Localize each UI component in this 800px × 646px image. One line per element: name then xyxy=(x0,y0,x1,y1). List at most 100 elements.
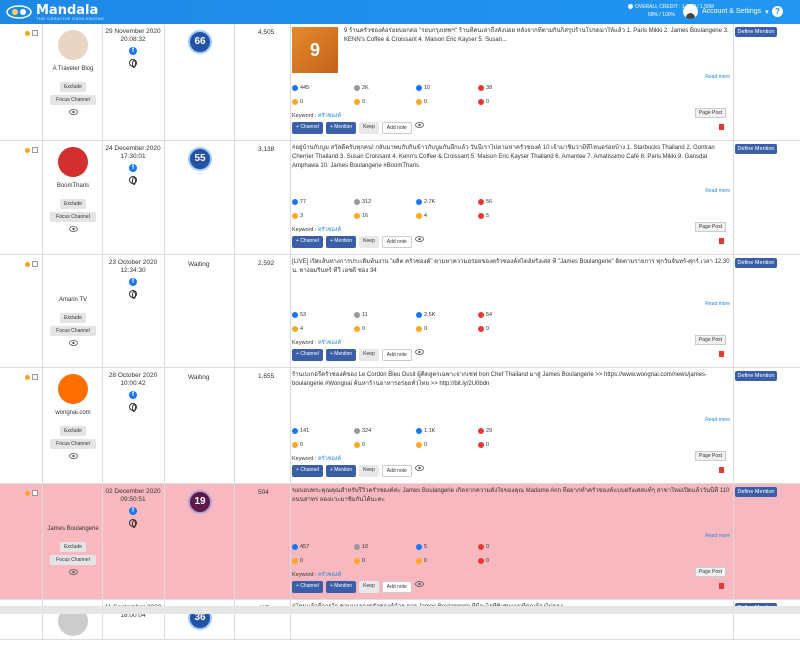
horizontal-scrollbar[interactable] xyxy=(0,606,800,614)
facebook-icon[interactable]: f xyxy=(129,507,137,515)
focus-channel-button[interactable]: Focus Channel xyxy=(50,212,96,222)
exclude-button[interactable]: Exclude xyxy=(60,542,86,552)
exclude-button[interactable]: Exclude xyxy=(60,82,86,92)
post-time: 12:34:30 xyxy=(120,267,146,274)
channel-button[interactable]: + Channel xyxy=(292,236,323,248)
channel-name[interactable]: Amarin TV xyxy=(44,297,102,303)
reach-value: 3,138 xyxy=(258,146,275,153)
add-note-button[interactable]: Add note xyxy=(381,581,412,593)
exclude-button[interactable]: Exclude xyxy=(60,426,86,436)
channel-avatar[interactable] xyxy=(58,490,88,520)
focus-channel-button[interactable]: Focus Channel xyxy=(50,555,96,565)
add-note-button[interactable]: Add note xyxy=(381,465,412,477)
trash-icon[interactable] xyxy=(719,467,724,473)
mention-button[interactable]: + Mention xyxy=(325,236,357,248)
eye-icon[interactable] xyxy=(68,109,78,115)
eye-icon[interactable] xyxy=(68,340,78,346)
exclude-button[interactable]: Exclude xyxy=(60,313,86,323)
keyword-value[interactable]: ครัวซองค์ xyxy=(318,113,341,119)
keyword-label: Keyword : xyxy=(292,456,317,462)
globe-icon[interactable] xyxy=(129,176,137,185)
channel-button[interactable]: + Channel xyxy=(292,465,323,477)
trash-icon[interactable] xyxy=(719,238,724,244)
channel-name[interactable]: James Boulangerie xyxy=(44,526,102,532)
keyword-value[interactable]: ครัวซองค์ xyxy=(318,227,341,233)
eye-icon[interactable] xyxy=(68,569,78,575)
facebook-icon[interactable]: f xyxy=(129,164,137,172)
channel-name[interactable]: wongnai.com xyxy=(44,410,102,416)
mention-button[interactable]: + Mention xyxy=(325,349,357,361)
eye-icon[interactable] xyxy=(414,122,424,128)
define-mention-button[interactable]: Define Mention xyxy=(735,371,777,381)
define-mention-button[interactable]: Define Mention xyxy=(735,487,777,497)
read-more-link[interactable]: Read more xyxy=(705,417,730,423)
trash-icon[interactable] xyxy=(719,351,724,357)
add-note-button[interactable]: Add note xyxy=(381,122,412,134)
keep-button[interactable]: Keep xyxy=(359,122,379,134)
account-settings-button[interactable]: Account & Settings ▾ xyxy=(683,4,769,19)
row-checkbox[interactable] xyxy=(32,490,38,496)
channel-button[interactable]: + Channel xyxy=(292,122,323,134)
reaction-icon xyxy=(416,326,422,332)
eye-icon[interactable] xyxy=(68,226,78,232)
eye-icon[interactable] xyxy=(414,465,424,471)
channel-avatar[interactable] xyxy=(58,147,88,177)
keyword-value[interactable]: ครัวซองค์ xyxy=(318,572,341,578)
metric-value: 4 xyxy=(300,326,304,332)
channel-avatar[interactable] xyxy=(58,374,88,404)
metric-item: 0 xyxy=(354,325,365,333)
globe-icon[interactable] xyxy=(129,59,137,68)
metric-value: 10 xyxy=(362,544,369,550)
mention-button[interactable]: + Mention xyxy=(325,581,357,593)
row-checkbox[interactable] xyxy=(32,147,38,153)
eye-icon[interactable] xyxy=(68,453,78,459)
channel-avatar[interactable] xyxy=(58,30,88,60)
facebook-icon[interactable]: f xyxy=(129,278,137,286)
keep-button[interactable]: Keep xyxy=(359,349,379,361)
eye-icon[interactable] xyxy=(414,236,424,242)
channel-button[interactable]: + Channel xyxy=(292,581,323,593)
channel-name[interactable]: BoomTharis xyxy=(44,183,102,189)
channel-name[interactable]: A Traveler Blog xyxy=(44,66,102,72)
globe-icon[interactable] xyxy=(129,403,137,412)
define-mention-button[interactable]: Define Mention xyxy=(735,258,777,268)
mention-content: ขอบอบพระคุณคุณสำหรับรีวิวครัวซองค์ค่ะ Ja… xyxy=(292,487,732,597)
mention-button[interactable]: + Mention xyxy=(325,122,357,134)
channel-button[interactable]: + Channel xyxy=(292,349,323,361)
focus-channel-button[interactable]: Focus Channel xyxy=(50,95,96,105)
trash-icon[interactable] xyxy=(719,583,724,589)
keep-button[interactable]: Keep xyxy=(359,581,379,593)
keep-button[interactable]: Keep xyxy=(359,465,379,477)
facebook-icon[interactable]: f xyxy=(129,391,137,399)
globe-icon[interactable] xyxy=(129,519,137,528)
mention-button[interactable]: + Mention xyxy=(325,465,357,477)
add-note-button[interactable]: Add note xyxy=(381,236,412,248)
eye-icon[interactable] xyxy=(414,581,424,587)
exclude-button[interactable]: Exclude xyxy=(60,199,86,209)
post-thumbnail[interactable]: 9 xyxy=(292,27,338,73)
focus-channel-button[interactable]: Focus Channel xyxy=(50,439,96,449)
define-mention-button[interactable]: Define Mention xyxy=(735,27,777,37)
keyword-value[interactable]: ครัวซองค์ xyxy=(318,340,341,346)
help-icon[interactable]: ? xyxy=(772,6,783,17)
add-note-button[interactable]: Add note xyxy=(381,349,412,361)
focus-channel-button[interactable]: Focus Channel xyxy=(50,326,96,336)
row-checkbox[interactable] xyxy=(32,374,38,380)
trash-icon[interactable] xyxy=(719,124,724,130)
reaction-icon xyxy=(354,312,360,318)
row-checkbox[interactable] xyxy=(32,261,38,267)
row-checkbox[interactable] xyxy=(32,30,38,36)
read-more-link[interactable]: Read more xyxy=(705,533,730,539)
eye-icon[interactable] xyxy=(414,349,424,355)
read-more-link[interactable]: Read more xyxy=(705,301,730,307)
channel-avatar[interactable] xyxy=(58,261,88,291)
keyword-value[interactable]: ครัวซองค์ xyxy=(318,456,341,462)
logo[interactable]: Mandala THE CREATIVE DATA ENGINE xyxy=(6,4,104,21)
facebook-icon[interactable]: f xyxy=(129,47,137,55)
reaction-icon xyxy=(292,99,298,105)
define-mention-button[interactable]: Define Mention xyxy=(735,144,777,154)
read-more-link[interactable]: Read more xyxy=(705,188,730,194)
read-more-link[interactable]: Read more xyxy=(705,74,730,80)
globe-icon[interactable] xyxy=(129,290,137,299)
keep-button[interactable]: Keep xyxy=(359,236,379,248)
